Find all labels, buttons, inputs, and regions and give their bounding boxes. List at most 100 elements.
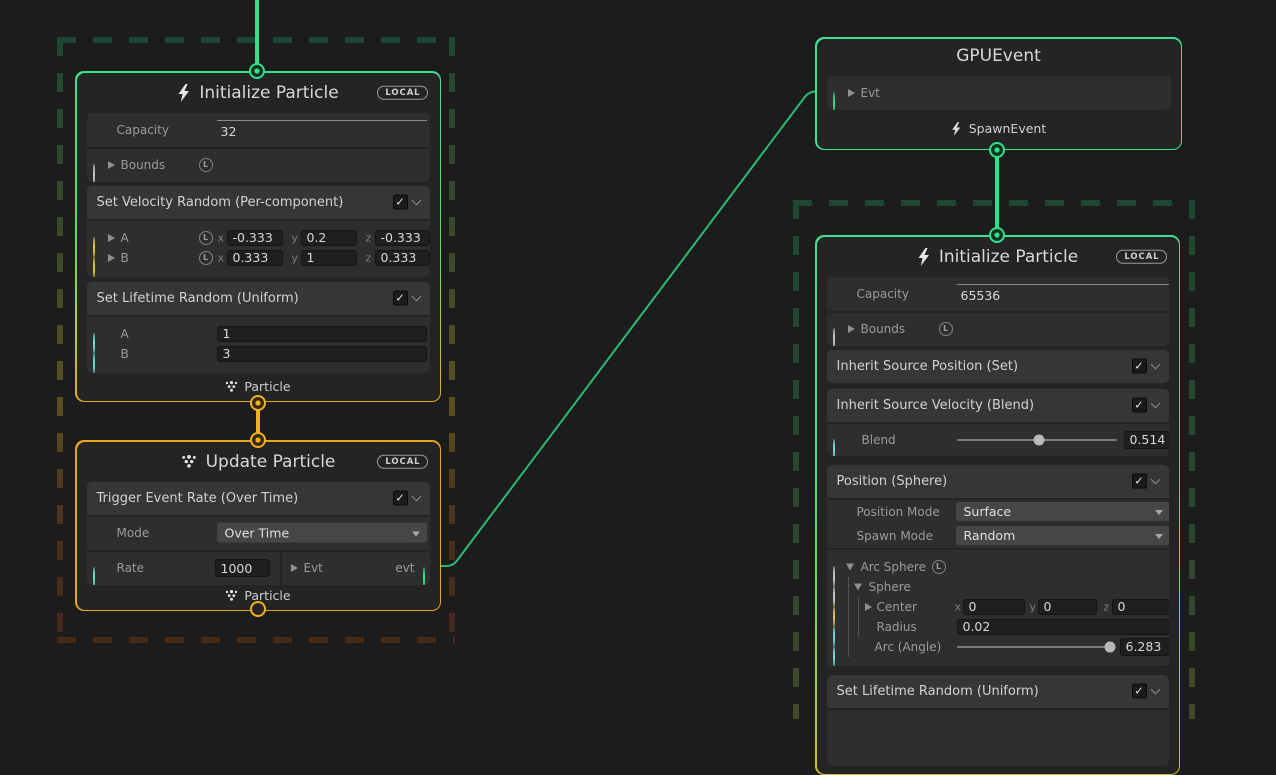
value-field[interactable]: 3 xyxy=(217,346,427,362)
local-badge[interactable]: LOCAL xyxy=(1116,249,1166,264)
rate-label: Rate xyxy=(117,561,145,575)
x-field[interactable]: 0 xyxy=(963,599,1025,615)
float-port[interactable] xyxy=(93,567,95,585)
node-titlebar[interactable]: GPUEvent xyxy=(817,39,1181,73)
slider-handle[interactable] xyxy=(1104,641,1115,652)
x-field[interactable]: 0.333 xyxy=(227,250,283,266)
float-port[interactable] xyxy=(833,439,835,456)
capacity-field[interactable]: 65536 xyxy=(957,284,1169,304)
axis-z-label: z xyxy=(366,231,372,244)
chevron-down-icon[interactable] xyxy=(411,292,421,302)
capacity-label: Capacity xyxy=(857,287,909,301)
block-body: A L x -0.333 y 0.2 z -0.333 B L x 0.333 … xyxy=(87,219,430,277)
bounds-port[interactable] xyxy=(93,164,95,182)
z-field[interactable]: 0.333 xyxy=(375,250,430,266)
axis-y-label: y xyxy=(292,251,299,264)
local-badge[interactable]: LOCAL xyxy=(377,85,427,100)
node-title: Update Particle xyxy=(206,452,336,472)
block-enabled-checkbox[interactable] xyxy=(1132,684,1147,699)
expander-icon[interactable] xyxy=(108,254,115,262)
arc-sphere-label: Arc Sphere xyxy=(861,560,927,574)
chevron-down-icon[interactable] xyxy=(1150,399,1160,409)
radius-field[interactable]: 0.02 xyxy=(957,619,1169,635)
blend-label: Blend xyxy=(862,433,896,447)
axis-x-label: x xyxy=(218,251,225,264)
blend-slider[interactable] xyxy=(957,439,1117,441)
block-header[interactable]: Set Lifetime Random (Uniform) xyxy=(827,675,1169,708)
evt-label: Evt xyxy=(861,86,880,100)
z-field[interactable]: 0 xyxy=(1112,599,1169,615)
node-initialize-particle-right-body: Initialize Particle LOCAL Capacity 65536… xyxy=(817,237,1179,774)
expander-icon[interactable] xyxy=(848,89,855,97)
block-enabled-checkbox[interactable] xyxy=(1132,474,1147,489)
block-enabled-checkbox[interactable] xyxy=(1132,398,1147,413)
block-header[interactable]: Set Lifetime Random (Uniform) xyxy=(87,282,430,315)
float-port[interactable] xyxy=(93,353,95,373)
node-titlebar[interactable]: Initialize Particle LOCAL xyxy=(817,237,1179,277)
y-field[interactable]: 0.2 xyxy=(301,230,357,246)
evt-output-port[interactable] xyxy=(423,567,425,585)
rate-field[interactable]: 1000 xyxy=(215,559,270,577)
x-field[interactable]: -0.333 xyxy=(227,230,283,246)
chevron-down-icon[interactable] xyxy=(1150,685,1160,695)
expander-icon[interactable] xyxy=(291,564,298,572)
y-field[interactable]: 1 xyxy=(301,250,357,266)
lightning-icon xyxy=(917,248,930,266)
expander-icon[interactable] xyxy=(865,603,872,611)
spawn-mode-dropdown[interactable]: Random xyxy=(956,526,1169,546)
arc-field[interactable]: 6.283 xyxy=(1120,638,1169,656)
data-edge-evt-to-gpuevent[interactable] xyxy=(432,92,833,567)
particle-icon xyxy=(225,381,238,392)
block-title: Set Velocity Random (Per-component) xyxy=(97,195,344,210)
expander-open-icon[interactable] xyxy=(854,583,862,590)
node-title: Initialize Particle xyxy=(199,83,338,103)
expander-icon[interactable] xyxy=(108,161,115,169)
evt-input-label: Evt xyxy=(304,561,323,575)
y-field[interactable]: 0 xyxy=(1038,599,1097,615)
chevron-down-icon[interactable] xyxy=(411,196,421,206)
mode-row: Mode Over Time xyxy=(87,515,430,550)
spawn-mode-row: Spawn Mode Random xyxy=(827,524,1169,548)
block-enabled-checkbox[interactable] xyxy=(1132,359,1147,374)
node-update-particle-body: Update Particle LOCAL Trigger Event Rate… xyxy=(77,442,440,610)
bounds-label: Bounds xyxy=(861,322,906,336)
node-titlebar[interactable]: Initialize Particle LOCAL xyxy=(77,73,440,113)
block-header[interactable]: Set Velocity Random (Per-component) xyxy=(87,186,430,219)
flow-output-text: Particle xyxy=(244,379,290,394)
indent-guide xyxy=(858,597,859,617)
bounds-port[interactable] xyxy=(833,328,835,346)
center-row: Center x 0 y 0 z 0 xyxy=(827,597,1169,617)
vector-port[interactable] xyxy=(93,257,95,277)
expander-icon[interactable] xyxy=(848,325,855,333)
capacity-field[interactable]: 32 xyxy=(217,120,427,140)
block-enabled-checkbox[interactable] xyxy=(393,195,408,210)
expander-icon[interactable] xyxy=(108,234,115,242)
expander-open-icon[interactable] xyxy=(846,563,854,570)
z-field[interactable]: -0.333 xyxy=(375,230,430,246)
value-field[interactable]: 1 xyxy=(217,326,427,342)
evt-input-port[interactable] xyxy=(833,92,835,110)
position-mode-dropdown[interactable]: Surface xyxy=(956,502,1169,522)
local-badge[interactable]: LOCAL xyxy=(377,454,427,469)
block-enabled-checkbox[interactable] xyxy=(393,291,408,306)
slider-handle[interactable] xyxy=(1033,434,1044,445)
arc-slider[interactable] xyxy=(957,646,1112,648)
lightning-icon xyxy=(951,122,961,136)
node-title: GPUEvent xyxy=(956,46,1041,66)
mode-dropdown[interactable]: Over Time xyxy=(217,523,427,544)
chevron-down-icon[interactable] xyxy=(1150,360,1160,370)
chevron-down-icon[interactable] xyxy=(1150,475,1160,485)
block-header[interactable]: Trigger Event Rate (Over Time) xyxy=(87,482,430,515)
node-titlebar[interactable]: Update Particle LOCAL xyxy=(77,442,440,482)
block-title: Trigger Event Rate (Over Time) xyxy=(97,491,299,506)
blend-field[interactable]: 0.514 xyxy=(1124,431,1169,449)
indent-guide xyxy=(848,637,849,657)
float-port[interactable] xyxy=(833,646,835,666)
flow-output-label: Particle xyxy=(77,379,440,394)
chevron-down-icon[interactable] xyxy=(411,492,421,502)
block-enabled-checkbox[interactable] xyxy=(393,491,408,506)
block-header[interactable]: Position (Sphere) xyxy=(827,465,1169,498)
block-header[interactable]: Inherit Source Velocity (Blend) xyxy=(827,389,1169,422)
block-title: Inherit Source Position (Set) xyxy=(837,359,1019,374)
block-header[interactable]: Inherit Source Position (Set) xyxy=(827,350,1169,383)
